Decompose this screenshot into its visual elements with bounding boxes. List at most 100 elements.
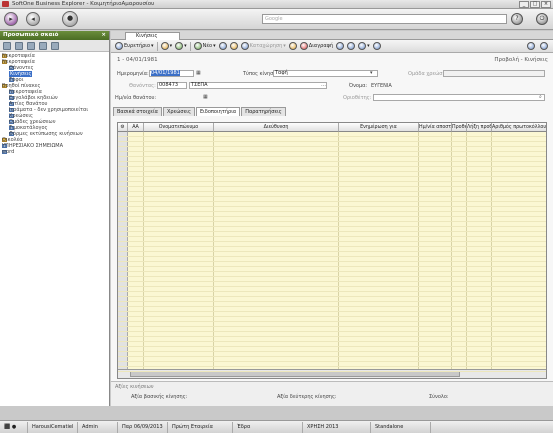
tab-kiniseis[interactable]: Κινήσεις (125, 32, 180, 40)
browse-icon (175, 42, 184, 50)
new-button[interactable]: Νέο ▾ (193, 42, 216, 50)
new-label: Νέο (202, 43, 213, 49)
group-select[interactable] (443, 70, 545, 77)
browse-button[interactable]: ▾ (175, 42, 187, 50)
values-footer: Αξίες κινήσεων Αξία βασικής κίνησης: Αξί… (111, 381, 553, 406)
tools-button[interactable] (527, 42, 535, 50)
notices-grid[interactable]: ⚙ ΑΑ Ονοματεπώνυμο Διεύθυνση Ενημέρωση για Ημ… (117, 122, 547, 379)
delete-button[interactable]: Διαγραφή (299, 42, 334, 50)
status-year: ΧΡΗΣΗ 2013 (303, 421, 371, 433)
form-tab[interactable]: Χρεώσεις (162, 107, 195, 116)
navigation-tree: Νεκροταφεία Νεκροταφεία Θάνοντες Κινήσεις Τά… (0, 52, 109, 156)
status-date: Παρ 06/09/2013 (118, 421, 168, 433)
filter-icon (160, 42, 169, 50)
softone-menu-button[interactable]: ▸ (4, 12, 18, 26)
edit-icon[interactable] (51, 41, 59, 50)
panel-header: Προσωπικό σκαιό × (0, 31, 109, 40)
print-button[interactable]: ▾ (358, 42, 370, 50)
help-icon[interactable]: ? (511, 13, 523, 25)
chevron-down-icon[interactable]: ▾ (370, 70, 373, 76)
tree-toolbar (0, 40, 109, 52)
index-icon (115, 42, 123, 50)
folder-add-icon[interactable] (3, 41, 11, 50)
index-button[interactable]: Ευρετήριο ▾ (115, 42, 154, 50)
lookup-icon[interactable]: … (321, 82, 326, 88)
grid-settings-icon[interactable]: ⚙ (118, 123, 128, 132)
grid-column-header[interactable]: ΑΑ (128, 123, 144, 132)
grid-column-header[interactable]: Ημ/νία αποστολής (419, 123, 452, 132)
status-user: HarousiCematiel (28, 421, 78, 433)
grid-column-header[interactable]: Αριθμός πρωτοκόλλου (492, 123, 546, 132)
type-select[interactable]: Ταφή (273, 70, 378, 77)
total-label: Σύνολο: (429, 394, 449, 400)
form-tab[interactable]: Ειδοποιητήρια (195, 107, 241, 116)
name-label: Όνομα: (349, 83, 368, 89)
window-titlebar: SoftOne Business Explorer - ΚοιμητήριοΑμ… (0, 0, 553, 9)
deceased-code-field[interactable]: 008473 (157, 82, 187, 89)
filter-button[interactable]: ▾ (160, 42, 172, 50)
secondary-value-label: Αξία δεύτερης κίνησης: (277, 394, 337, 400)
window-title: SoftOne Business Explorer - ΚοιμητήριοΑμ… (12, 1, 155, 7)
panel-close-icon[interactable]: × (101, 31, 109, 40)
deceased-name: ΤΣΕΠΑ (191, 82, 208, 88)
grid-row[interactable] (118, 367, 546, 372)
next-icon (347, 42, 356, 50)
values-section-title: Αξίες κινήσεων (115, 384, 154, 390)
grid-column-header[interactable]: Ονοματεπώνυμο (144, 123, 214, 132)
grid-column-header[interactable]: Λήξη προθεσμίας (467, 123, 492, 132)
form-tabs: Βασικά στοιχεία Χρεώσεις Ειδοποιητήρια Παρα… (113, 107, 287, 116)
undo-icon (288, 42, 297, 50)
delete-label: Διαγραφή (308, 43, 334, 49)
save-label: Καταχώρηση (249, 43, 283, 49)
death-date-label: Ημ/νία θανάτου: (115, 95, 157, 101)
settings-icon (540, 42, 548, 50)
panel-title: Προσωπικό σκαιό (3, 32, 59, 38)
open-button[interactable] (229, 42, 238, 50)
save-button[interactable]: Καταχώρηση ▾ (240, 42, 286, 50)
form-tab[interactable]: Παρατηρήσεις (241, 107, 286, 116)
first-record-button[interactable] (336, 42, 345, 50)
search-input[interactable]: Google (262, 14, 507, 24)
refresh-icon[interactable] (15, 41, 23, 50)
status-branch: Έδρα (233, 421, 303, 433)
form-tab[interactable]: Βασικά στοιχεία (113, 107, 162, 116)
next-record-button[interactable] (347, 42, 356, 50)
basic-value-label: Αξία βασικής κίνησης: (131, 394, 188, 400)
death-date-calendar-icon[interactable]: ▦ (203, 94, 208, 100)
grid-column-header[interactable]: Προθεσμία (452, 123, 467, 132)
grave-search-icon[interactable]: ⌕ (539, 94, 542, 100)
tools-icon (527, 42, 535, 50)
info-button[interactable] (372, 42, 381, 50)
grid-column-header[interactable]: Ενημέρωση για (339, 123, 419, 132)
left-panel: Προσωπικό σκαιό × Νεκροταφεία Νεκροταφεία… (0, 31, 110, 406)
lock-icon: ⬛ ● (0, 421, 28, 433)
delete-icon (299, 42, 308, 50)
tree-item[interactable]: word (2, 149, 107, 155)
copy-button[interactable] (218, 42, 227, 50)
back-button[interactable]: ◂ (26, 12, 40, 26)
deceased-name-field[interactable]: ΤΣΕΠΑ (189, 82, 327, 89)
maximize-icon[interactable]: □ (530, 1, 540, 8)
window-controls: _ □ × (519, 1, 551, 8)
undo-button[interactable] (288, 42, 297, 50)
date-label: Ημερομηνία: (117, 71, 149, 77)
grid-column-header[interactable]: Διεύθυνση (214, 123, 339, 132)
name-value: ΕΥΓΕΝΙΑ (371, 83, 392, 89)
minimize-icon[interactable]: _ (519, 1, 529, 8)
move-down-icon[interactable] (39, 41, 47, 50)
grave-field[interactable] (373, 94, 545, 101)
home-button[interactable]: ● (62, 11, 78, 27)
first-icon (336, 42, 345, 50)
move-up-icon[interactable] (27, 41, 35, 50)
copy-icon (218, 42, 227, 50)
close-icon[interactable]: × (541, 1, 551, 8)
document-tabs: Κινήσεις (111, 31, 553, 40)
tree-item-label: word (2, 149, 15, 155)
main-area: Κινήσεις Ευρετήριο ▾ ▾ ▾ Νέο ▾ Καταχώρηση ▾… (111, 31, 553, 406)
date-value: 04/01/1981 (151, 70, 180, 76)
date-field[interactable]: 04/01/1981 (149, 70, 194, 77)
print-icon (358, 42, 367, 50)
settings-button[interactable] (540, 42, 548, 50)
exit-icon[interactable]: ⏻ (536, 13, 548, 25)
calendar-icon[interactable]: ▦ (196, 70, 201, 76)
